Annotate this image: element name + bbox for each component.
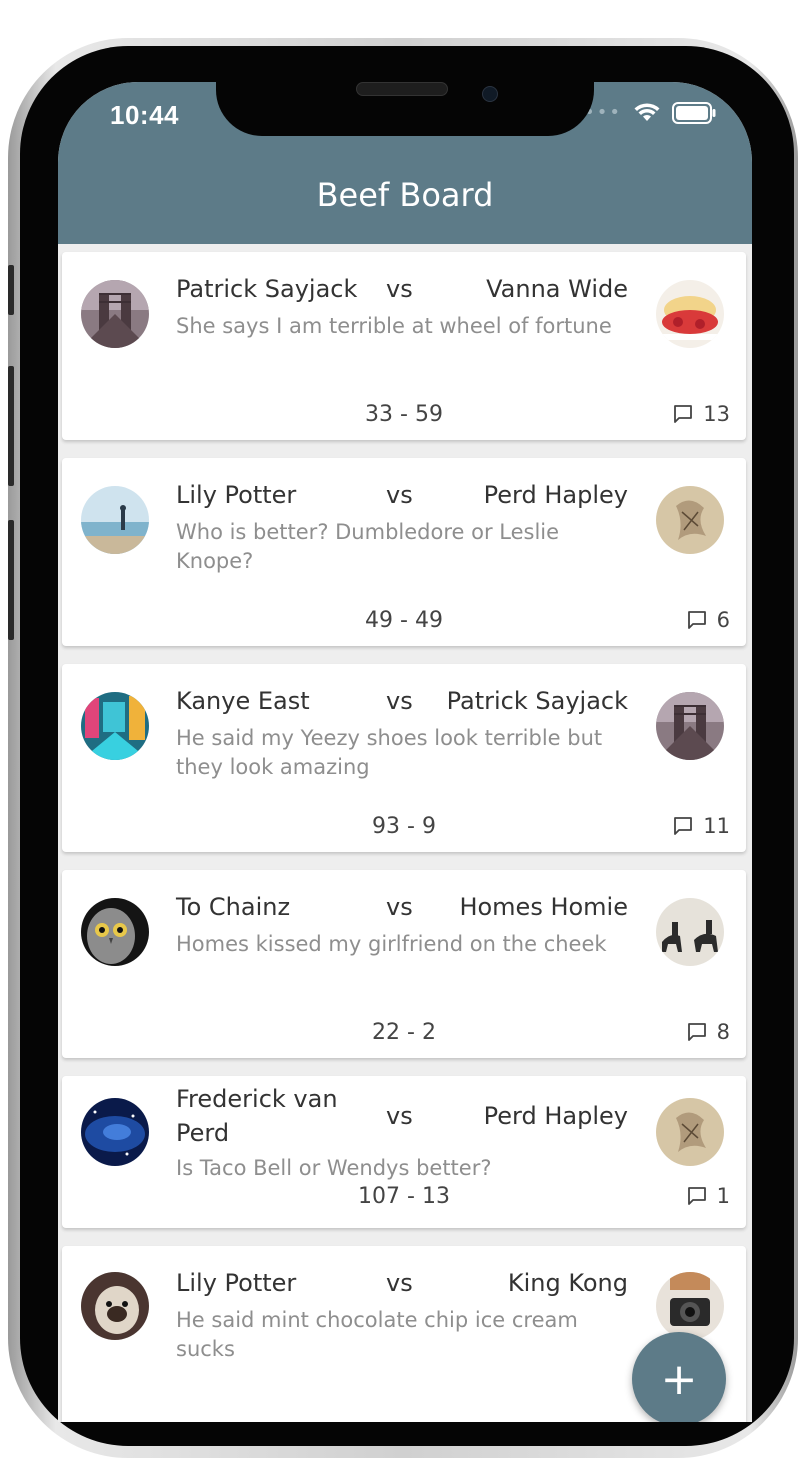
pug-photo xyxy=(81,1272,149,1340)
vs-label: vs xyxy=(386,893,413,921)
beef-card[interactable]: Kanye East vs Patrick Sayjack He said my… xyxy=(62,664,746,852)
challenger-name[interactable]: Patrick Sayjack xyxy=(176,272,382,306)
beef-card[interactable]: Lily Potter vs Perd Hapley Who is better… xyxy=(62,458,746,646)
opponent-name[interactable]: King Kong xyxy=(508,1266,628,1300)
plus-icon: + xyxy=(660,1353,698,1405)
phone-notch xyxy=(216,82,594,136)
volume-down-button xyxy=(8,520,14,640)
comment-count-label: 11 xyxy=(703,814,730,838)
beef-description: He said my Yeezy shoes look terrible but… xyxy=(176,726,603,779)
vote-score: 33 - 59 xyxy=(365,402,443,427)
matchup: Lily Potter vs King Kong xyxy=(176,1266,628,1300)
app-screen: 10:44 •••• Beef Board Patrick Sayjack vs… xyxy=(58,82,752,1422)
avatar-opponent xyxy=(656,898,724,966)
vote-score: 49 - 49 xyxy=(365,608,443,633)
vs-label: vs xyxy=(386,275,413,303)
matchup: Frederick van Perd vs Perd Hapley xyxy=(176,1082,628,1150)
matchup: Lily Potter vs Perd Hapley xyxy=(176,478,628,512)
comment-icon xyxy=(687,1187,706,1205)
beach-photo xyxy=(81,486,149,554)
comment-icon xyxy=(687,1023,706,1041)
comment-icon xyxy=(687,611,706,629)
beef-description: Who is better? Dumbledore or Leslie Knop… xyxy=(176,520,560,573)
galaxy-photo xyxy=(81,1098,149,1166)
sketch-photo xyxy=(656,1098,724,1166)
opponent-name[interactable]: Perd Hapley xyxy=(484,1099,628,1133)
avatar-challenger xyxy=(81,898,149,966)
mute-switch xyxy=(8,265,14,315)
avatar-challenger xyxy=(81,280,149,348)
avatar-opponent xyxy=(656,280,724,348)
app-header: 10:44 •••• Beef Board xyxy=(58,82,752,244)
vote-score: 93 - 9 xyxy=(372,814,436,839)
bridge-photo xyxy=(81,280,149,348)
avatar-opponent xyxy=(656,486,724,554)
beef-description: She says I am terrible at wheel of fortu… xyxy=(176,314,612,338)
avatar-opponent xyxy=(656,1098,724,1166)
speaker-grille xyxy=(356,82,448,96)
opponent-name[interactable]: Homes Homie xyxy=(459,890,628,924)
avatar-challenger xyxy=(81,1098,149,1166)
add-beef-button[interactable]: + xyxy=(632,1332,726,1422)
comment-count[interactable]: 13 xyxy=(673,402,730,426)
avatar-opponent xyxy=(656,1272,724,1340)
beef-card[interactable]: Frederick van Perd vs Perd Hapley Is Tac… xyxy=(62,1076,746,1228)
opponent-name[interactable]: Patrick Sayjack xyxy=(447,684,628,718)
comment-icon xyxy=(674,405,693,423)
challenger-name[interactable]: To Chainz xyxy=(176,890,382,924)
comment-icon xyxy=(674,817,693,835)
sketch-photo xyxy=(656,486,724,554)
beef-description: Homes kissed my girlfriend on the cheek xyxy=(176,932,607,956)
avatar-challenger xyxy=(81,486,149,554)
front-camera xyxy=(482,86,498,102)
beef-description: He said mint chocolate chip ice cream su… xyxy=(176,1308,578,1361)
status-icons: •••• xyxy=(572,102,716,124)
avatar-opponent xyxy=(656,692,724,760)
comment-count-label: 13 xyxy=(703,402,730,426)
photographer-photo xyxy=(656,1272,724,1340)
matchup: Kanye East vs Patrick Sayjack xyxy=(176,684,628,718)
comment-count[interactable]: 6 xyxy=(687,608,730,632)
vs-label: vs xyxy=(386,1102,413,1130)
avatar-challenger xyxy=(81,1272,149,1340)
comment-count-label: 8 xyxy=(716,1020,730,1044)
comment-count[interactable]: 11 xyxy=(673,814,730,838)
vs-label: vs xyxy=(386,687,413,715)
matchup: Patrick Sayjack vs Vanna Wide xyxy=(176,272,628,306)
horse-riders-photo xyxy=(656,898,724,966)
city-lights-photo xyxy=(81,692,149,760)
opponent-name[interactable]: Vanna Wide xyxy=(486,272,628,306)
owl-photo xyxy=(81,898,149,966)
vote-score: 107 - 13 xyxy=(358,1184,450,1209)
challenger-name[interactable]: Lily Potter xyxy=(176,478,382,512)
vs-label: vs xyxy=(386,1269,413,1297)
matchup: To Chainz vs Homes Homie xyxy=(176,890,628,924)
volume-up-button xyxy=(8,366,14,486)
comment-count-label: 6 xyxy=(716,608,730,632)
vs-label: vs xyxy=(386,481,413,509)
comment-count-label: 1 xyxy=(716,1184,730,1208)
bridge-photo xyxy=(656,692,724,760)
page-title: Beef Board xyxy=(316,176,494,214)
dessert-photo xyxy=(656,280,724,348)
beef-card[interactable]: Patrick Sayjack vs Vanna Wide She says I… xyxy=(62,252,746,440)
status-time: 10:44 xyxy=(110,100,179,130)
challenger-name[interactable]: Lily Potter xyxy=(176,1266,382,1300)
beef-description: Is Taco Bell or Wendys better? xyxy=(176,1156,492,1180)
battery-icon xyxy=(672,102,716,124)
avatar-challenger xyxy=(81,692,149,760)
challenger-name[interactable]: Kanye East xyxy=(176,684,382,718)
beef-card[interactable]: To Chainz vs Homes Homie Homes kissed my… xyxy=(62,870,746,1058)
wifi-icon xyxy=(634,103,660,121)
comment-count[interactable]: 1 xyxy=(687,1184,730,1208)
comment-count[interactable]: 8 xyxy=(687,1020,730,1044)
opponent-name[interactable]: Perd Hapley xyxy=(484,478,628,512)
vote-score: 22 - 2 xyxy=(372,1020,436,1045)
challenger-name[interactable]: Frederick van Perd xyxy=(176,1082,382,1150)
